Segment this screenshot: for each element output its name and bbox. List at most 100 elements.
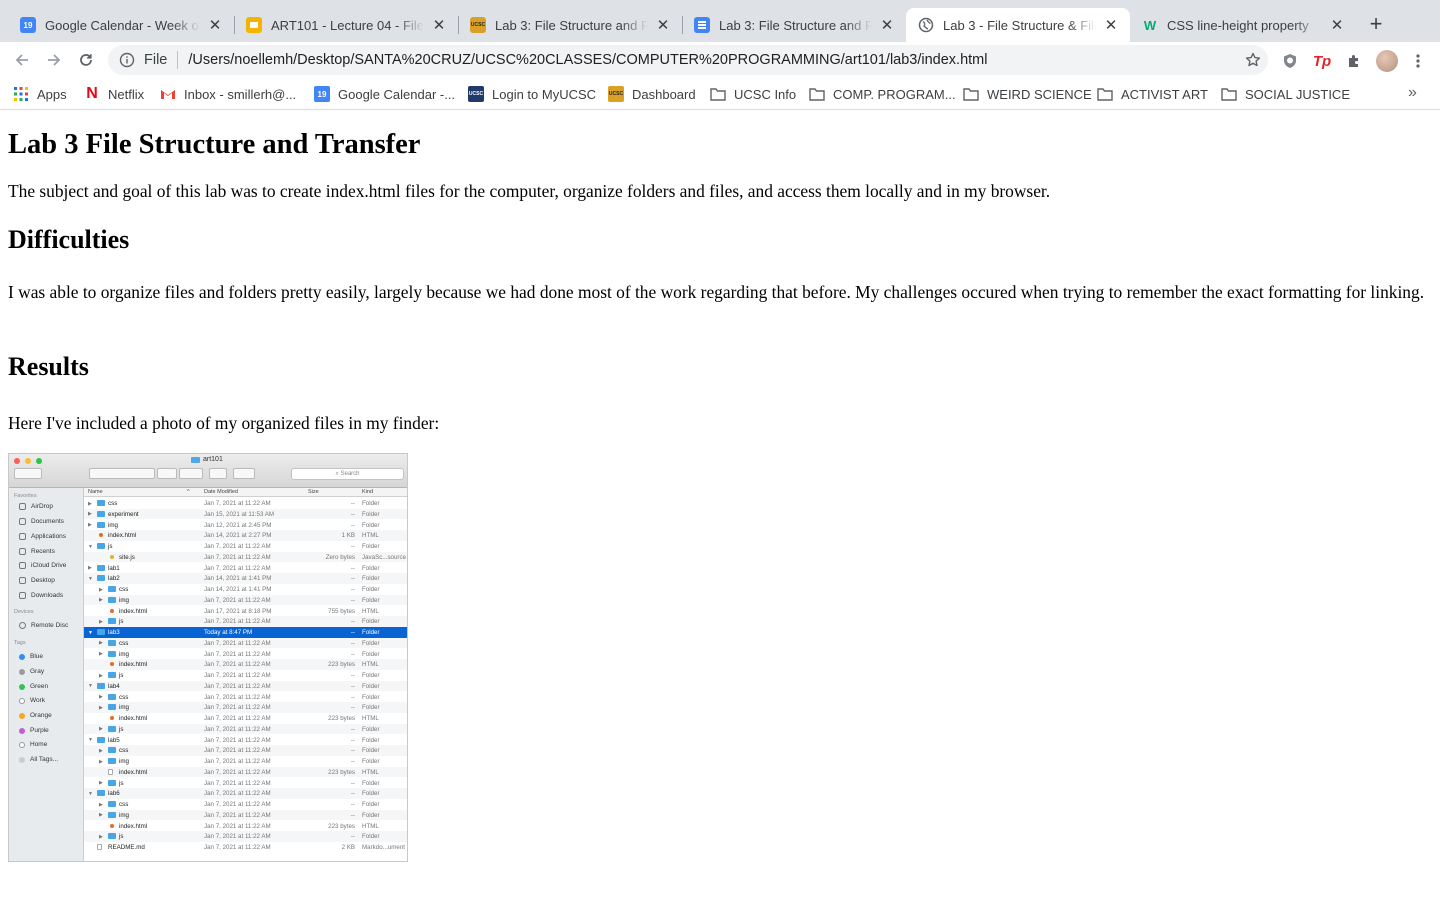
file-kind: Folder (362, 639, 380, 647)
file-name: css (119, 586, 129, 593)
disclosure-triangle-icon: ▼ (88, 629, 93, 636)
disclosure-triangle-icon: ▶ (99, 672, 103, 679)
bookmark-google-calendar[interactable]: 19 Google Calendar -... (314, 85, 455, 103)
folder-icon (108, 801, 116, 807)
back-button[interactable] (8, 46, 36, 74)
file-row: ▼ js Jan 7, 2021 at 11:22 AM -- Folder (84, 541, 407, 552)
disclosure-triangle-icon: ▼ (88, 683, 93, 690)
bookmark-label: COMP. PROGRAM... (833, 86, 956, 102)
file-size: Zero bytes (325, 553, 355, 561)
reload-button[interactable] (72, 46, 100, 74)
tab-art101-lecture[interactable]: ART101 - Lecture 04 - File S ✕ (234, 8, 458, 42)
file-size: -- (350, 564, 355, 572)
bookmark-folder-social-justice[interactable]: SOCIAL JUSTICE (1221, 85, 1350, 103)
file-name: img (119, 811, 129, 819)
forward-button[interactable] (40, 46, 68, 74)
finder-titlebar: art101 ⌕ Search (9, 454, 407, 488)
file-icon (110, 554, 114, 559)
file-kind: Folder (362, 725, 380, 733)
file-name: img (119, 650, 129, 658)
tab-css-line-height[interactable]: W CSS line-height property ✕ (1130, 8, 1356, 42)
finder-search-placeholder: Search (340, 471, 360, 477)
file-row: ▶ img Jan 12, 2021 at 2:45 PM -- Folder (84, 520, 407, 531)
sidebar-all-tags: All Tags... (19, 756, 58, 763)
file-name: site.js (119, 553, 135, 561)
menu-kebab-icon[interactable] (1408, 51, 1428, 71)
file-row: index.html Jan 7, 2021 at 11:22 AM 223 byt… (84, 713, 407, 724)
file-row: index.html Jan 7, 2021 at 11:22 AM 223 byt… (84, 821, 407, 832)
bookmark-myucsc[interactable]: UCSC Login to MyUCSC (468, 85, 596, 103)
profile-avatar[interactable] (1376, 50, 1398, 72)
page-title: Lab 3 File Structure and Transfer (8, 129, 421, 160)
address-bar[interactable]: File /Users/noellemh/Desktop/SANTA%20CRU… (108, 45, 1268, 75)
new-tab-button[interactable]: + (1364, 12, 1388, 36)
more-bookmarks-chevron-icon[interactable]: » (1408, 84, 1417, 102)
folder-icon (108, 725, 116, 732)
bookmark-folder-activist-art[interactable]: ACTIVIST ART (1097, 85, 1208, 103)
apps-grid-icon (13, 86, 29, 102)
file-size: -- (350, 586, 355, 593)
bookmark-folder-weird-science[interactable]: WEIRD SCIENCE (963, 85, 1092, 103)
tab-lab3-doc[interactable]: Lab 3: File Structure and File ✕ (682, 8, 906, 42)
file-size: 1 KB (341, 532, 355, 540)
folder-icon (108, 747, 116, 754)
file-date: Jan 7, 2021 at 11:22 AM (204, 790, 271, 798)
file-row: README.md Jan 7, 2021 at 11:22 AM 2 KB Mark… (84, 842, 407, 853)
file-name: README.md (108, 844, 145, 851)
file-kind: Folder (362, 682, 380, 690)
close-icon[interactable]: ✕ (1102, 16, 1120, 34)
file-size: 223 bytes (328, 822, 355, 830)
file-kind: Folder (362, 575, 380, 583)
tab-lab3-active[interactable]: Lab 3 - File Structure & File ✕ (906, 8, 1130, 42)
tab-lab3-canvas[interactable]: UCSC Lab 3: File Structure and File ✕ (458, 8, 682, 42)
bookmark-star-icon[interactable] (1238, 52, 1268, 68)
file-row: ▶ js Jan 7, 2021 at 11:22 AM -- Folder (84, 778, 407, 789)
disclosure-triangle-icon: ▶ (99, 726, 103, 733)
tab-google-calendar[interactable]: 19 Google Calendar - Week of J ✕ (8, 8, 234, 42)
bookmark-apps[interactable]: Apps (13, 85, 67, 103)
file-date: Jan 14, 2021 at 1:41 PM (204, 586, 272, 593)
close-icon[interactable]: ✕ (430, 16, 448, 34)
bookmark-netflix[interactable]: N Netflix (84, 85, 144, 103)
tab-title: Lab 3: File Structure and File (719, 17, 872, 33)
file-size: -- (350, 833, 355, 841)
close-icon[interactable]: ✕ (654, 16, 672, 34)
file-date: Jan 7, 2021 at 11:22 AM (204, 693, 271, 701)
bookmark-folder-comp-program[interactable]: COMP. PROGRAM... (809, 85, 956, 103)
ucsc-icon: UCSC (470, 17, 486, 33)
folder-icon (191, 456, 200, 463)
file-row: ▶ img Jan 7, 2021 at 11:22 AM -- Folder (84, 702, 407, 713)
file-date: Jan 7, 2021 at 11:22 AM (204, 596, 271, 604)
file-name: lab1 (108, 564, 120, 572)
file-date: Jan 17, 2021 at 8:18 PM (204, 607, 272, 615)
file-size: -- (350, 650, 355, 658)
bookmark-dashboard[interactable]: UCSC Dashboard (608, 85, 696, 103)
bookmark-inbox[interactable]: Inbox - smillerh@... (160, 85, 296, 103)
minimize-dot-icon (25, 458, 31, 464)
folder-icon (97, 543, 105, 549)
close-icon[interactable]: ✕ (1328, 16, 1346, 34)
disclosure-triangle-icon: ▶ (99, 780, 103, 786)
sidebar-item-label: Remote Disc (31, 622, 69, 629)
bookmark-folder-ucsc-info[interactable]: UCSC Info (710, 85, 796, 103)
url-text[interactable]: /Users/noellemh/Desktop/SANTA%20CRUZ/UCS… (188, 52, 1238, 68)
extensions-puzzle-icon[interactable] (1344, 51, 1364, 71)
file-row: ▼ lab3 Today at 8:47 PM -- Folder (84, 627, 407, 638)
close-icon[interactable]: ✕ (878, 16, 896, 34)
info-icon[interactable] (119, 52, 135, 68)
file-date: Jan 7, 2021 at 11:22 AM (204, 553, 271, 561)
sidebar-item-label: Home (30, 741, 48, 748)
extension-shield-icon[interactable] (1280, 51, 1300, 71)
file-size: -- (350, 790, 355, 798)
disclosure-triangle-icon: ▶ (99, 747, 103, 754)
sidebar-item-label: AirDrop (31, 503, 54, 510)
file-size: -- (350, 510, 355, 518)
close-icon[interactable]: ✕ (206, 16, 224, 34)
file-row: ▶ css Jan 7, 2021 at 11:22 AM -- Folder (84, 498, 407, 509)
extension-tp-icon[interactable]: Tp (1312, 51, 1332, 71)
file-row: ▶ css Jan 7, 2021 at 11:22 AM -- Folder (84, 692, 407, 703)
bookmark-label: Netflix (108, 86, 145, 102)
file-row: ▶ js Jan 7, 2021 at 11:22 AM -- Folder (84, 723, 407, 735)
file-size: -- (350, 618, 355, 626)
file-kind: Folder (362, 629, 380, 636)
